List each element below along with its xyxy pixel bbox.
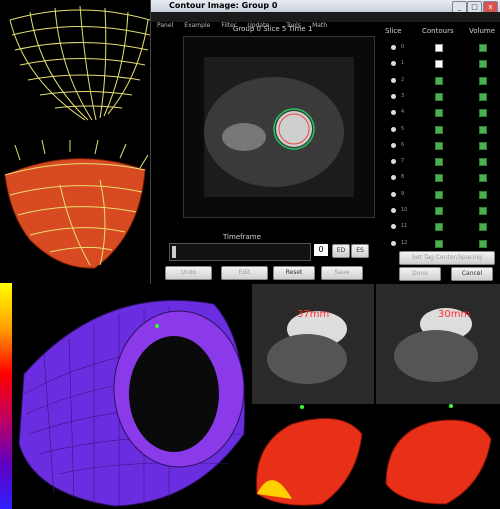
- slice-radio[interactable]: [391, 240, 396, 246]
- measure-right: 30mm: [438, 309, 471, 320]
- slice-number: 6: [401, 141, 405, 148]
- slice-number: 2: [401, 76, 405, 83]
- slice-number: 0: [401, 44, 405, 50]
- contours-checkbox[interactable]: [435, 92, 443, 101]
- volume-checkbox[interactable]: [479, 92, 487, 101]
- title-bar: Contour Image: Group 0 _ □ x: [151, 0, 500, 13]
- red-mesh-left: [255, 405, 363, 506]
- menu-bar: Panel Example Filter Update Tools Math: [151, 12, 500, 29]
- slice-number: 10: [401, 207, 408, 213]
- header-contours: Contours: [422, 27, 454, 35]
- red-mesh-right: [385, 404, 492, 505]
- contours-checkbox[interactable]: [435, 174, 443, 183]
- volume-checkbox[interactable]: [479, 141, 487, 150]
- slice-radio[interactable]: [391, 191, 396, 197]
- slice-number: 7: [401, 158, 405, 165]
- slice-number: 12: [401, 239, 408, 246]
- slice-number: 5: [401, 125, 405, 132]
- contours-checkbox[interactable]: [435, 207, 443, 215]
- menu-example[interactable]: Example: [184, 22, 210, 29]
- slice-number: 11: [401, 223, 408, 230]
- volume-checkbox[interactable]: [479, 109, 487, 118]
- slice-radio[interactable]: [391, 93, 396, 99]
- cancel-button[interactable]: Cancel: [451, 267, 493, 281]
- window-title: Contour Image: Group 0: [169, 1, 278, 10]
- contour-window: Contour Image: Group 0 _ □ x Panel Examp…: [150, 0, 500, 284]
- image-label: Group 0 Slice 5 Time 1: [233, 25, 313, 33]
- mri-right: 30mm: [376, 284, 500, 404]
- slice-number: 9: [401, 190, 405, 197]
- volume-checkbox[interactable]: [479, 158, 487, 167]
- volume-checkbox[interactable]: [479, 125, 487, 134]
- volume-checkbox[interactable]: [479, 174, 487, 183]
- done-button[interactable]: Done: [399, 267, 441, 281]
- contours-checkbox[interactable]: [435, 141, 443, 150]
- slice-radio[interactable]: [391, 126, 396, 132]
- menu-panel[interactable]: Panel: [157, 22, 173, 29]
- contours-checkbox[interactable]: [435, 158, 443, 167]
- undo-button[interactable]: Undo: [165, 266, 212, 280]
- contours-checkbox[interactable]: [435, 190, 443, 199]
- timeframe-slider[interactable]: [169, 243, 311, 261]
- volume-checkbox[interactable]: [479, 207, 487, 215]
- save-button[interactable]: Save: [321, 266, 363, 280]
- reset-button[interactable]: Reset: [273, 266, 315, 280]
- header-volume: Volume: [469, 27, 496, 35]
- timeframe-label: Timeframe: [223, 233, 261, 241]
- slice-radio[interactable]: [391, 61, 396, 67]
- purple-mesh: [18, 299, 246, 507]
- slice-radio[interactable]: [391, 175, 396, 181]
- contours-checkbox[interactable]: [435, 239, 443, 248]
- slice-radio[interactable]: [391, 77, 396, 83]
- contours-checkbox[interactable]: [435, 44, 443, 52]
- contours-checkbox[interactable]: [435, 76, 443, 85]
- slice-number: 1: [401, 60, 405, 67]
- set-tag-button[interactable]: Set Tag Center/Spacing: [399, 251, 495, 265]
- volume-checkbox[interactable]: [479, 190, 487, 199]
- slice-number: 8: [401, 174, 405, 181]
- edit-button[interactable]: Edit: [221, 266, 268, 280]
- header-slice: Slice: [385, 27, 402, 35]
- mri-image[interactable]: [183, 36, 375, 218]
- mri-left: 37mm: [252, 284, 374, 404]
- slice-radio[interactable]: [391, 208, 396, 213]
- volume-checkbox[interactable]: [479, 223, 487, 232]
- contours-checkbox[interactable]: [435, 125, 443, 134]
- wireframe-heart: [9, 5, 150, 121]
- volume-checkbox[interactable]: [479, 60, 487, 69]
- slice-number: 3: [401, 92, 405, 99]
- ed-button[interactable]: ED: [332, 244, 350, 258]
- measure-left: 37mm: [297, 309, 330, 320]
- slider-thumb[interactable]: [172, 246, 176, 258]
- contours-checkbox[interactable]: [435, 60, 443, 69]
- color-scale: [0, 283, 12, 509]
- contours-checkbox[interactable]: [435, 109, 443, 118]
- contours-checkbox[interactable]: [435, 223, 443, 232]
- slice-radio[interactable]: [391, 110, 396, 116]
- menu-math[interactable]: Math: [312, 22, 327, 29]
- volume-checkbox[interactable]: [479, 239, 487, 248]
- slice-radio[interactable]: [391, 159, 396, 165]
- timeframe-value[interactable]: 0: [314, 244, 328, 256]
- slice-number: 4: [401, 109, 405, 116]
- slice-radio[interactable]: [391, 224, 396, 230]
- slice-radio[interactable]: [391, 142, 396, 148]
- es-button[interactable]: ES: [351, 244, 369, 258]
- surface-heart: [4, 140, 149, 269]
- slice-radio[interactable]: [391, 45, 396, 50]
- volume-checkbox[interactable]: [479, 76, 487, 85]
- volume-checkbox[interactable]: [479, 44, 487, 52]
- mri-slice: [204, 57, 354, 197]
